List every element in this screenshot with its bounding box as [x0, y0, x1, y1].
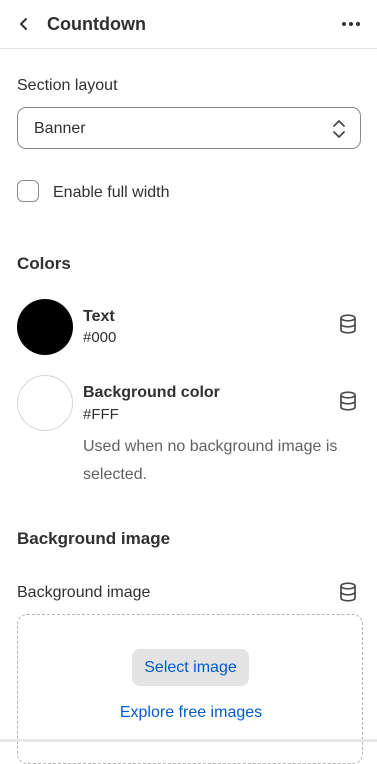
- chevron-left-icon: [20, 18, 27, 30]
- text-color-name: Text: [83, 308, 115, 325]
- section-layout-select[interactable]: Banner: [17, 107, 361, 149]
- full-width-checkbox[interactable]: [17, 180, 39, 202]
- background-image-label: Background image: [17, 584, 151, 601]
- text-color-source-button[interactable]: [337, 313, 359, 335]
- database-icon: [340, 582, 356, 602]
- select-chevron-icon: [333, 120, 345, 138]
- explore-free-images-link[interactable]: Explore free images: [18, 703, 364, 723]
- background-image-source-button[interactable]: [337, 581, 359, 603]
- select-image-button[interactable]: Select image: [132, 649, 249, 686]
- back-button[interactable]: [12, 12, 36, 36]
- database-icon: [340, 391, 356, 411]
- background-color-name: Background color: [83, 384, 220, 401]
- text-color-swatch[interactable]: [17, 299, 73, 355]
- more-actions-button[interactable]: [337, 12, 365, 36]
- background-image-heading: Background image: [17, 529, 171, 548]
- background-color-swatch[interactable]: [17, 375, 73, 431]
- full-width-label[interactable]: Enable full width: [53, 183, 170, 203]
- page-title: Countdown: [47, 14, 146, 34]
- ellipsis-horizontal-icon: [342, 22, 360, 26]
- background-color-value: #FFF: [83, 406, 119, 423]
- database-icon: [340, 314, 356, 334]
- background-color-help-text: Used when no background image is selecte…: [83, 438, 338, 483]
- background-color-source-button[interactable]: [337, 390, 359, 412]
- section-layout-value: Banner: [34, 120, 86, 137]
- text-color-value: #000: [83, 329, 117, 346]
- panel-header: Countdown: [0, 0, 377, 49]
- section-layout-label: Section layout: [17, 77, 118, 94]
- colors-heading: Colors: [17, 254, 71, 273]
